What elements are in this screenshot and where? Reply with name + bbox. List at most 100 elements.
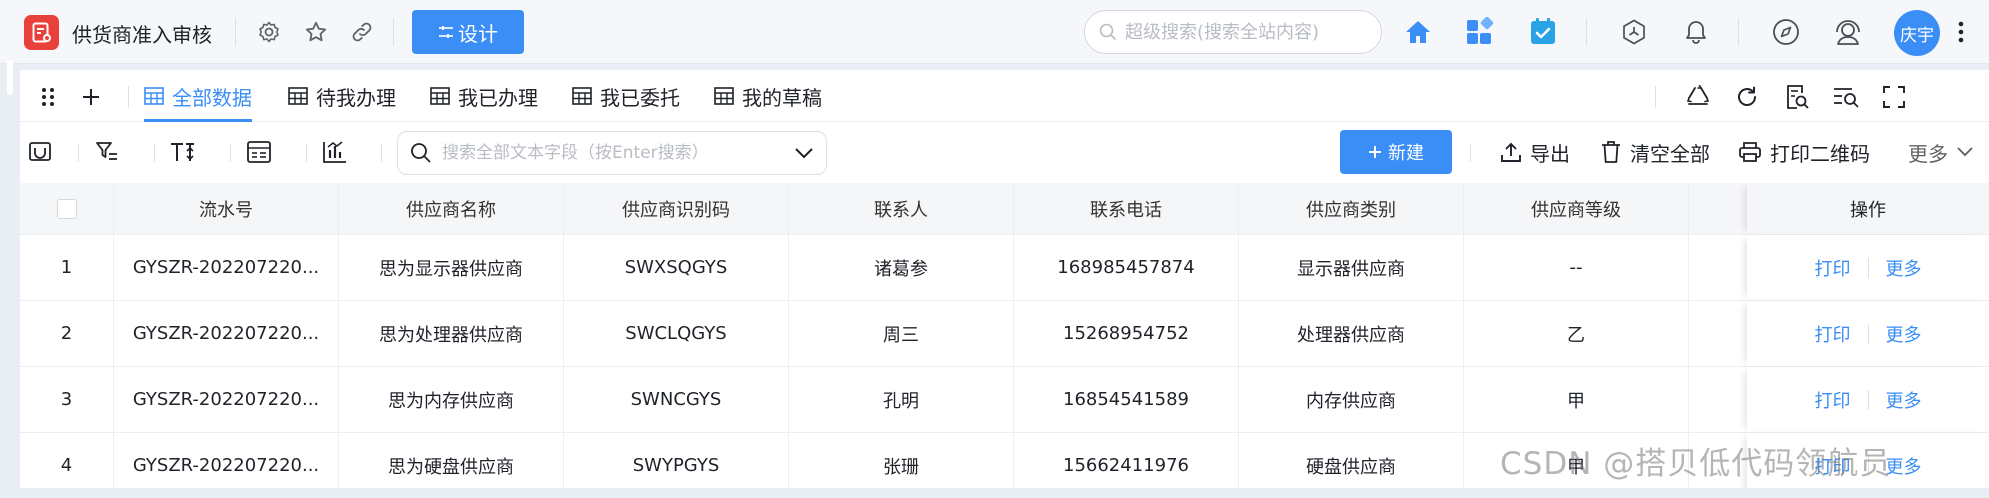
- table-search-input[interactable]: [442, 143, 784, 163]
- tabs-divider: [128, 86, 129, 108]
- tab-pending-mine[interactable]: 待我办理: [288, 70, 396, 122]
- print-row-link[interactable]: 打印: [1815, 387, 1851, 413]
- trash-icon: [1602, 141, 1620, 163]
- column-header-supplier-code[interactable]: 供应商识别码: [564, 183, 789, 234]
- super-search-input[interactable]: [1125, 21, 1355, 43]
- header-divider: [235, 18, 236, 46]
- sidebar-collapse-handle[interactable]: [7, 60, 13, 95]
- compass-icon[interactable]: [1771, 17, 1801, 47]
- tab-drafts[interactable]: 我的草稿: [714, 70, 822, 122]
- vertical-more-icon[interactable]: [1946, 17, 1976, 47]
- task-check-icon[interactable]: [1528, 17, 1558, 47]
- recycle-icon[interactable]: [1684, 83, 1712, 111]
- tab-all-data[interactable]: 全部数据: [144, 70, 252, 122]
- view-tabs-bar: 全部数据 待我办理 我已办理 我已委托 我的草稿: [20, 70, 1989, 122]
- export-button[interactable]: 导出: [1500, 130, 1570, 174]
- new-record-label: 新建: [1388, 143, 1424, 164]
- header-divider: [1586, 18, 1587, 46]
- apps-grid-icon[interactable]: [1465, 17, 1495, 47]
- refresh-icon[interactable]: [1733, 83, 1761, 111]
- more-row-link[interactable]: 更多: [1886, 387, 1922, 413]
- printer-icon: [1739, 142, 1761, 162]
- add-view-plus-icon[interactable]: [77, 83, 105, 111]
- toolbar-divider: [1470, 144, 1471, 162]
- serial-cell: GYSZR-202207220...: [114, 301, 339, 366]
- table-row[interactable]: 2 GYSZR-202207220... 思为处理器供应商 SWCLQGYS 周…: [20, 301, 1989, 367]
- document-search-icon[interactable]: [1783, 83, 1811, 111]
- clear-all-button[interactable]: 清空全部: [1600, 130, 1710, 174]
- clear-all-label: 清空全部: [1630, 141, 1710, 166]
- tab-label: 我已办理: [458, 85, 538, 110]
- category-cell: 显示器供应商: [1239, 235, 1464, 300]
- tab-handled-by-me[interactable]: 我已办理: [430, 70, 538, 122]
- plus-icon: [1369, 146, 1381, 158]
- main-panel: 全部数据 待我办理 我已办理 我已委托 我的草稿 搜索全部文本字段（按Enter…: [20, 70, 1989, 488]
- more-actions-label: 更多: [1908, 141, 1948, 166]
- column-header-serial[interactable]: 流水号: [114, 183, 339, 234]
- hexagon-share-icon[interactable]: [1619, 17, 1649, 47]
- table-row[interactable]: 3 GYSZR-202207220... 思为内存供应商 SWNCGYS 孔明 …: [20, 367, 1989, 433]
- contact-cell: 周三: [789, 301, 1014, 366]
- table-toolbar: 新建 导出 清空全部 打印二维码 更多: [20, 122, 1989, 182]
- more-actions-dropdown[interactable]: 更多: [1908, 130, 1974, 174]
- settings-gear-icon[interactable]: [254, 17, 284, 47]
- table-row[interactable]: 1 GYSZR-202207220... 思为显示器供应商 SWXSQGYS 诸…: [20, 235, 1989, 301]
- row-index: 2: [20, 301, 114, 366]
- list-search-icon[interactable]: [1832, 83, 1860, 111]
- table-view-icon: [144, 87, 164, 105]
- bar-chart-icon[interactable]: [321, 138, 349, 166]
- serial-cell: GYSZR-202207220...: [114, 367, 339, 432]
- contact-cell: 诸葛参: [789, 235, 1014, 300]
- export-label: 导出: [1530, 141, 1570, 166]
- app-logo-icon: [32, 22, 51, 43]
- supplier-name-cell: 思为处理器供应商: [339, 301, 564, 366]
- user-avatar[interactable]: 庆宇: [1894, 10, 1940, 56]
- drag-handle-icon[interactable]: [34, 83, 62, 111]
- text-size-icon[interactable]: [169, 138, 197, 166]
- print-qrcode-button[interactable]: 打印二维码: [1738, 130, 1870, 174]
- column-header-category[interactable]: 供应商类别: [1239, 183, 1464, 234]
- user-service-icon[interactable]: [1833, 17, 1863, 47]
- super-search-box[interactable]: [1084, 10, 1382, 54]
- select-all-checkbox[interactable]: [56, 198, 77, 219]
- toolbar-divider: [381, 144, 382, 162]
- app-logo: [24, 15, 59, 50]
- view-style-icon[interactable]: [26, 138, 54, 166]
- column-header-level[interactable]: 供应商等级: [1464, 183, 1689, 234]
- favorite-star-icon[interactable]: [301, 17, 331, 47]
- serial-cell: GYSZR-202207220...: [114, 433, 339, 488]
- link-icon[interactable]: [347, 17, 377, 47]
- contact-cell: 张珊: [789, 433, 1014, 488]
- print-row-link[interactable]: 打印: [1815, 321, 1851, 347]
- tab-label: 我已委托: [600, 85, 680, 110]
- fullscreen-icon[interactable]: [1880, 83, 1908, 111]
- filter-icon[interactable]: [93, 138, 121, 166]
- tab-delegated[interactable]: 我已委托: [572, 70, 680, 122]
- column-header-contact[interactable]: 联系人: [789, 183, 1014, 234]
- supplier-code-cell: SWNCGYS: [564, 367, 789, 432]
- form-layout-icon[interactable]: [245, 138, 273, 166]
- tabs-divider: [1655, 86, 1656, 108]
- column-header-supplier-name[interactable]: 供应商名称: [339, 183, 564, 234]
- supplier-name-cell: 思为硬盘供应商: [339, 433, 564, 488]
- row-actions: 打印 更多: [1747, 235, 1989, 300]
- more-row-link[interactable]: 更多: [1886, 255, 1922, 281]
- column-header-phone[interactable]: 联系电话: [1014, 183, 1239, 234]
- print-row-link[interactable]: 打印: [1815, 255, 1851, 281]
- phone-cell: 15268954752: [1014, 301, 1239, 366]
- more-row-link[interactable]: 更多: [1886, 321, 1922, 347]
- table-header-row: 流水号 供应商名称 供应商识别码 联系人 联系电话 供应商类别 供应商等级 操作: [20, 183, 1989, 235]
- action-divider: [1867, 389, 1869, 410]
- new-record-button[interactable]: 新建: [1340, 130, 1452, 174]
- supplier-name-cell: 思为显示器供应商: [339, 235, 564, 300]
- home-icon[interactable]: [1403, 17, 1433, 47]
- design-button[interactable]: 设计: [412, 10, 524, 54]
- notification-bell-icon[interactable]: [1681, 17, 1711, 47]
- table-view-icon: [714, 87, 734, 105]
- phone-cell: 15662411976: [1014, 433, 1239, 488]
- toolbar-divider: [154, 144, 155, 162]
- level-cell: 乙: [1464, 301, 1689, 366]
- table-search-box[interactable]: [397, 131, 827, 175]
- tab-label: 待我办理: [316, 85, 396, 110]
- chevron-down-icon[interactable]: [794, 147, 814, 159]
